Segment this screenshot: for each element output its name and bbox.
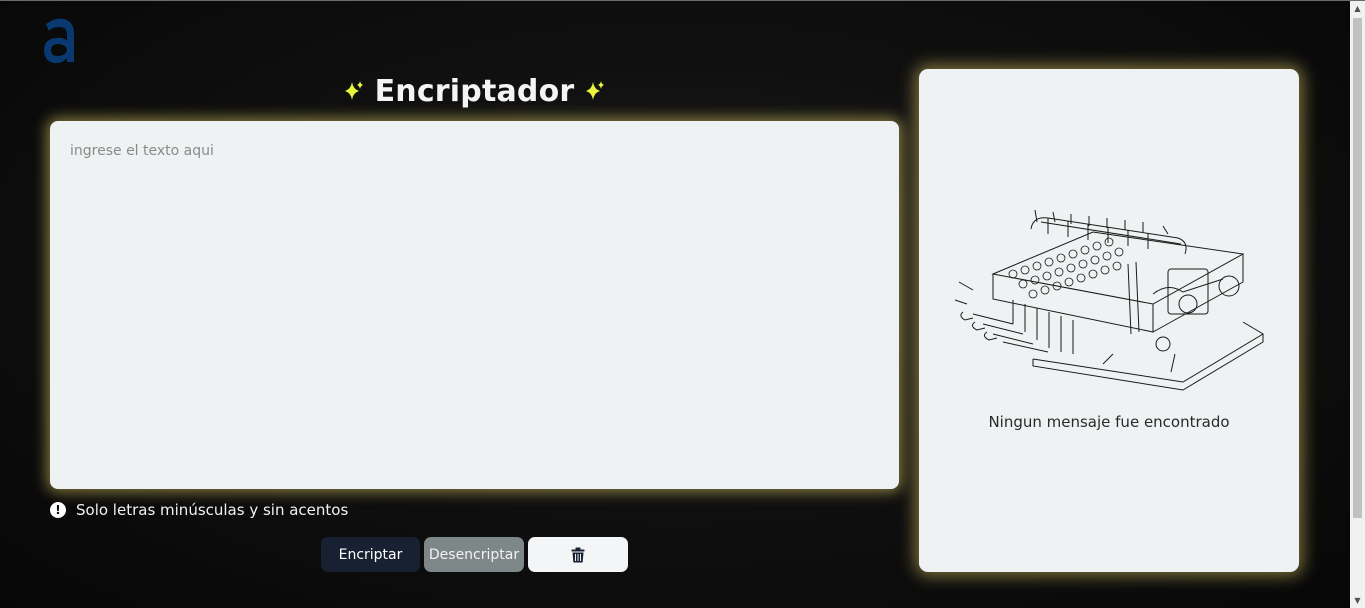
sparkle-icon [344, 81, 363, 100]
output-message: Ningun mensaje fue encontrado [988, 413, 1230, 431]
alura-logo-icon[interactable] [40, 14, 80, 66]
trash-icon [571, 547, 585, 562]
output-card: Ningun mensaje fue encontrado [919, 69, 1299, 572]
scroll-up-icon[interactable]: ▲ [1350, 1, 1365, 16]
decrypt-button[interactable]: Desencriptar [424, 537, 524, 572]
exclamation-icon: ! [50, 502, 66, 518]
clear-button[interactable] [528, 537, 628, 572]
scroll-down-icon[interactable]: ▼ [1350, 593, 1365, 608]
app-page: Encriptador ! Solo letras minúsculas y s… [0, 0, 1365, 608]
message-textarea[interactable] [50, 121, 899, 489]
hint-text: Solo letras minúsculas y sin acentos [76, 501, 349, 519]
sparkle-icon [586, 81, 605, 100]
input-hint: ! Solo letras minúsculas y sin acentos [50, 499, 348, 521]
page-title: Encriptador [374, 73, 575, 109]
page-header: Encriptador [50, 70, 899, 112]
cipher-machine-drawing [954, 209, 1264, 391]
scrollbar-thumb[interactable] [1353, 18, 1362, 518]
encrypt-button[interactable]: Encriptar [321, 537, 420, 572]
window-border [0, 0, 1365, 1]
text-input-card [50, 121, 899, 489]
vertical-scrollbar[interactable]: ▲ ▼ [1350, 1, 1365, 608]
